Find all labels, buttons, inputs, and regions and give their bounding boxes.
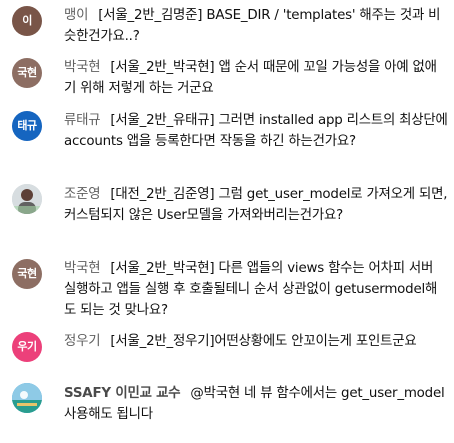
avatar[interactable]: 이 [12, 6, 42, 36]
chat-message: 국현 박국현 [서울_2반_박국현] 앱 순서 때문에 꼬일 가능성을 아예 없애… [0, 52, 454, 104]
chat-message-body: 박국현 [서울_2반_박국현] 다른 앱들의 views 함수는 어차피 서버 실… [64, 258, 448, 321]
chat-message: SSAFY 이민교 교수 @박국현 네 뷰 함수에서는 get_user_mode… [0, 378, 454, 443]
chat-message-text: [대전_2반_김준영] 그럼 get_user_model로 가져오게 되면, … [64, 187, 448, 223]
chat-message-body: 조준영 [대전_2반_김준영] 그럼 get_user_model로 가져오게 되… [64, 184, 448, 226]
chat-message-list[interactable]: 이 맹이 [서울_2반_김명준] BASE_DIR / 'templates' 해… [0, 0, 454, 443]
avatar[interactable]: 우기 [12, 332, 42, 362]
chat-message: 국현 박국현 [서울_2반_박국현] 다른 앱들의 views 함수는 어차피 서… [0, 254, 454, 328]
chat-message-body: 박국현 [서울_2반_박국현] 앱 순서 때문에 꼬일 가능성을 아예 없애기 위… [64, 57, 448, 99]
chat-message-body: 류태규 [서울_2반_유태규] 그러면 installed app 리스트의 최상… [64, 110, 448, 152]
avatar[interactable]: 태규 [12, 111, 42, 141]
chat-author-name[interactable]: 정우기 [64, 334, 101, 349]
avatar[interactable] [12, 184, 42, 214]
chat-author-name[interactable]: 박국현 [64, 60, 101, 75]
avatar[interactable]: 국현 [12, 259, 42, 289]
chat-message-text: [서울_2반_박국현] 다른 앱들의 views 함수는 어차피 서버 실행하고… [64, 261, 438, 318]
avatar[interactable] [12, 383, 42, 413]
user-photo-icon [12, 184, 42, 214]
chat-author-name[interactable]: 박국현 [64, 261, 101, 276]
chat-message-body: 정우기 [서울_2반_정우기]어떤상황에도 안꼬이는게 포인트군요 [64, 331, 448, 352]
chat-message: 이 맹이 [서울_2반_김명준] BASE_DIR / 'templates' 해… [0, 0, 454, 52]
chat-message-body: SSAFY 이민교 교수 @박국현 네 뷰 함수에서는 get_user_mode… [64, 383, 448, 425]
avatar[interactable]: 국현 [12, 58, 42, 88]
chat-message-text: [서울_2반_박국현] 앱 순서 때문에 꼬일 가능성을 아예 없애기 위해 저… [64, 60, 437, 96]
chat-message-body: 맹이 [서울_2반_김명준] BASE_DIR / 'templates' 해주는… [64, 5, 448, 47]
chat-author-name[interactable]: 맹이 [64, 8, 88, 23]
chat-message: 우기 정우기 [서울_2반_정우기]어떤상황에도 안꼬이는게 포인트군요 [0, 328, 454, 378]
owner-photo-icon [12, 383, 42, 413]
chat-message-text: [서울_2반_정우기]어떤상황에도 안꼬이는게 포인트군요 [110, 334, 417, 349]
chat-author-name[interactable]: 류태규 [64, 113, 101, 128]
chat-message: 태규 류태규 [서울_2반_유태규] 그러면 installed app 리스트의… [0, 104, 454, 178]
chat-author-name[interactable]: SSAFY 이민교 교수 [64, 386, 181, 401]
chat-message-text: [서울_2반_김명준] BASE_DIR / 'templates' 해주는 것… [64, 8, 441, 44]
chat-author-name[interactable]: 조준영 [64, 187, 101, 202]
chat-message: 조준영 [대전_2반_김준영] 그럼 get_user_model로 가져오게 되… [0, 178, 454, 254]
chat-message-text: [서울_2반_유태규] 그러면 installed app 리스트의 최상단에 … [64, 113, 448, 149]
